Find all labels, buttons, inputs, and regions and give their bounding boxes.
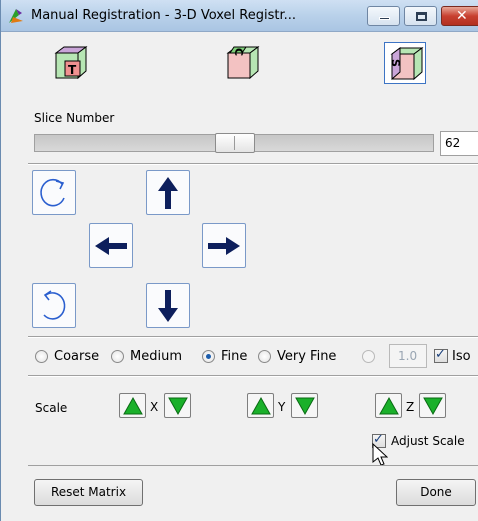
iso-checkbox[interactable]: ✓ — [434, 347, 448, 363]
scale-up-icon — [123, 396, 143, 415]
minimize-button[interactable] — [367, 6, 400, 26]
scale-x-up-button[interactable] — [119, 393, 146, 418]
scale-down-icon — [295, 397, 315, 416]
radio-coarse-label: Coarse — [54, 349, 100, 364]
slice-number-field[interactable]: 62 — [440, 131, 478, 156]
scale-z-down-button[interactable] — [419, 393, 446, 418]
radio-medium[interactable] — [111, 350, 124, 363]
move-right-button[interactable] — [202, 223, 246, 268]
scale-down-icon — [168, 397, 188, 416]
scale-up-icon — [251, 396, 271, 415]
cube-transverse-letter: T — [68, 63, 77, 77]
cube-coronal-letter: C — [232, 48, 245, 56]
maximize-button[interactable] — [404, 6, 437, 26]
scale-y-up-button[interactable] — [247, 393, 274, 418]
radio-medium-label: Medium — [130, 349, 182, 364]
custom-step-field[interactable]: 1.0 — [389, 344, 427, 368]
cube-sagittal-letter: S — [389, 59, 402, 67]
close-button[interactable]: ✕ — [441, 6, 478, 26]
arrow-right-icon — [208, 237, 240, 255]
scale-down-icon — [423, 397, 443, 416]
separator — [28, 163, 478, 164]
close-icon: ✕ — [456, 8, 468, 24]
cube-transverse-icon: T — [54, 46, 88, 80]
slice-number-label: Slice Number — [34, 111, 115, 125]
scale-y-down-button[interactable] — [291, 393, 318, 418]
radio-custom[interactable] — [362, 350, 375, 363]
move-up-button[interactable] — [146, 170, 190, 215]
arrow-up-icon — [158, 177, 178, 209]
scale-z-label: Z — [406, 400, 415, 414]
arrow-left-icon — [95, 237, 127, 255]
window-title: Manual Registration - 3-D Voxel Registr.… — [31, 8, 297, 23]
cube-sagittal-icon: S — [389, 47, 424, 81]
radio-fine-label: Fine — [221, 349, 248, 364]
slice-slider-thumb[interactable] — [215, 133, 255, 153]
scale-x-down-button[interactable] — [164, 393, 191, 418]
iso-label: Iso — [452, 349, 471, 364]
separator — [28, 375, 478, 376]
scale-label: Scale — [35, 401, 68, 415]
maximize-icon — [416, 12, 427, 21]
rotate-clockwise-icon — [40, 178, 65, 207]
app-icon — [9, 9, 23, 23]
done-button[interactable]: Done — [396, 479, 476, 506]
rotate-counterclockwise-icon — [43, 290, 66, 320]
move-left-button[interactable] — [89, 223, 133, 268]
scale-up-icon — [379, 396, 399, 415]
radio-very-fine-label: Very Fine — [277, 349, 337, 364]
scale-y-label: Y — [278, 400, 286, 414]
view-sagittal-button[interactable]: S — [384, 42, 426, 84]
scale-x-label: X — [150, 400, 159, 414]
radio-fine[interactable] — [202, 350, 215, 363]
reset-matrix-button[interactable]: Reset Matrix — [34, 479, 143, 506]
title-bar[interactable]: Manual Registration - 3-D Voxel Registr.… — [1, 0, 478, 32]
view-transverse-button[interactable]: T — [49, 42, 91, 84]
separator — [28, 336, 478, 337]
radio-very-fine[interactable] — [258, 350, 271, 363]
arrow-down-icon — [158, 290, 178, 322]
radio-coarse[interactable] — [35, 350, 48, 363]
rotate-counterclockwise-button[interactable] — [32, 283, 76, 328]
mouse-cursor-icon — [372, 443, 388, 466]
minimize-icon — [379, 17, 390, 20]
separator — [28, 465, 478, 466]
check-icon: ✓ — [435, 347, 446, 362]
manual-registration-window: Manual Registration - 3-D Voxel Registr.… — [0, 0, 478, 521]
cube-coronal-icon: C — [226, 46, 260, 80]
move-down-button[interactable] — [146, 283, 190, 328]
rotate-clockwise-button[interactable] — [32, 170, 76, 215]
scale-z-up-button[interactable] — [375, 393, 402, 418]
adjust-scale-label: Adjust Scale — [391, 434, 465, 448]
view-coronal-button[interactable]: C — [221, 42, 263, 84]
